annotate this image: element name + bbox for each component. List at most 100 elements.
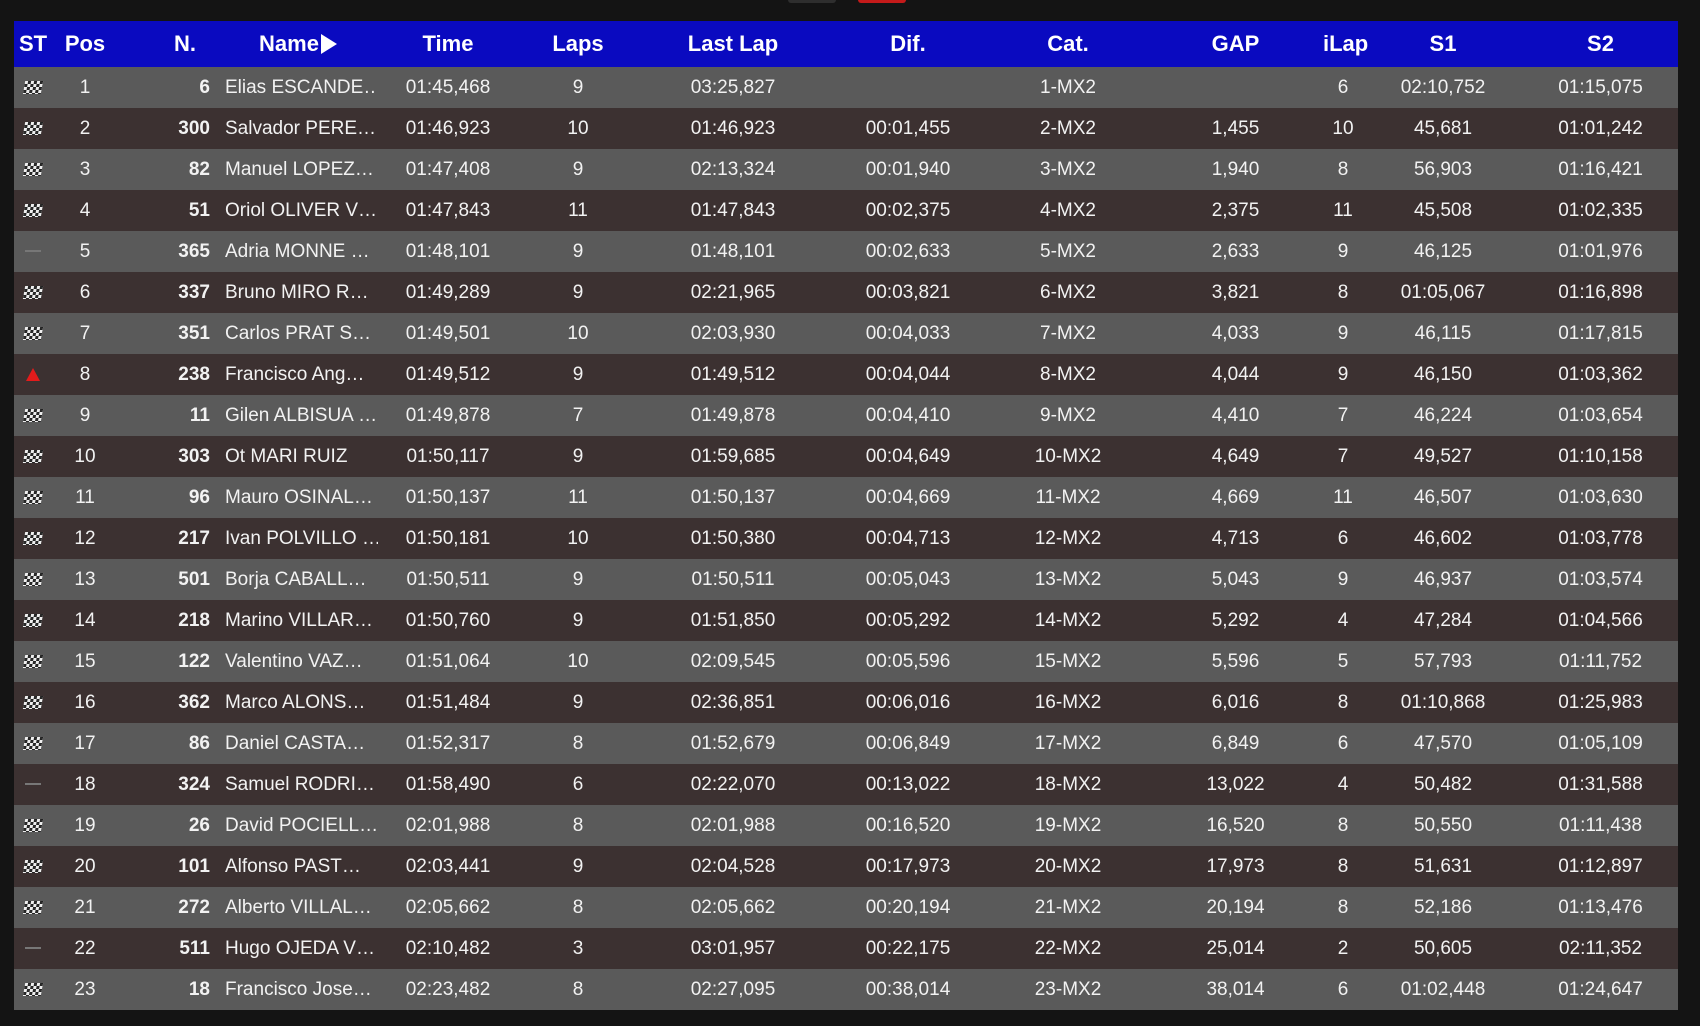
col-header-s1[interactable]: S1	[1363, 21, 1523, 67]
cell-s1: 52,186	[1413, 896, 1473, 918]
table-row[interactable]: 23 18 Francisco Jose… 02:23,482 8 02:27,095 00…	[14, 969, 1678, 1010]
cell-num: 82	[188, 158, 210, 180]
table-row[interactable]: 18 324 Samuel RODRI… 01:58,490 6 02:22,070 00:…	[14, 764, 1678, 805]
cell-s1: 49,527	[1413, 445, 1473, 467]
col-header-dif[interactable]: Dif.	[828, 21, 988, 67]
cell-dif	[828, 67, 988, 108]
cell-laps: 8	[572, 896, 584, 918]
cell-ilap: 9	[1337, 568, 1349, 590]
table-row[interactable]: 2 300 Salvador PERE… 01:46,923 10 01:46,923 00…	[14, 108, 1678, 149]
cell-ilap: 8	[1337, 814, 1349, 836]
cell-gap: 4,033	[1211, 322, 1260, 344]
cell-time: 01:50,117	[406, 445, 490, 467]
col-header-st[interactable]: ST	[14, 21, 52, 67]
status-cell	[14, 518, 52, 559]
cell-dif: 00:02,375	[865, 199, 951, 221]
cell-gap: 17,973	[1206, 855, 1265, 877]
cell-gap: 4,713	[1211, 527, 1260, 549]
cell-lastlap: 02:09,545	[690, 650, 776, 672]
col-header-pos[interactable]: Pos	[52, 21, 118, 67]
cell-cat: 3-MX2	[1040, 158, 1096, 180]
cell-dif: 00:17,973	[865, 855, 951, 877]
checkered-flag-icon	[22, 326, 44, 340]
cell-cat: 12-MX2	[1034, 527, 1102, 549]
table-row[interactable]: 9 11 Gilen ALBISUA … 01:49,878 7 01:49,878 00:…	[14, 395, 1678, 436]
top-control-dark[interactable]	[788, 0, 836, 3]
table-row[interactable]: 19 26 David POCIELL… 02:01,988 8 02:01,988 00:…	[14, 805, 1678, 846]
checkered-flag-icon	[22, 613, 44, 627]
top-control-red[interactable]	[858, 0, 906, 3]
cell-laps: 9	[572, 76, 584, 98]
table-row[interactable]: 22 511 Hugo OJEDA V… 02:10,482 3 03:01,957 00:…	[14, 928, 1678, 969]
cell-ilap: 6	[1337, 978, 1349, 1000]
cell-num: 217	[178, 527, 210, 549]
table-row[interactable]: 6 337 Bruno MIRO R… 01:49,289 9 02:21,965 00:0…	[14, 272, 1678, 313]
checkered-flag-icon	[22, 654, 44, 668]
table-row[interactable]: 4 51 Oriol OLIVER V… 01:47,843 11 01:47,843 00…	[14, 190, 1678, 231]
cell-name: Elias ESCANDE…	[225, 76, 378, 98]
table-row[interactable]: 14 218 Marino VILLAR… 01:50,760 9 01:51,850 00…	[14, 600, 1678, 641]
cell-ilap: 6	[1337, 76, 1349, 98]
cell-s2: 01:16,421	[1558, 158, 1643, 180]
table-row[interactable]: 17 86 Daniel CASTA… 01:52,317 8 01:52,679 00:0…	[14, 723, 1678, 764]
cell-lastlap: 02:21,965	[690, 281, 776, 303]
cell-gap: 4,410	[1211, 404, 1260, 426]
table-row[interactable]: 21 272 Alberto VILLAL… 02:05,662 8 02:05,662 0…	[14, 887, 1678, 928]
cell-laps: 10	[567, 117, 589, 139]
col-header-ilap[interactable]: iLap	[1323, 21, 1368, 67]
col-header-s2[interactable]: S2	[1523, 21, 1678, 67]
cell-pos: 22	[74, 937, 96, 959]
cell-num: 300	[178, 117, 210, 139]
col-header-num[interactable]: N.	[118, 21, 218, 67]
table-row[interactable]: 10 303 Ot MARI RUIZ 01:50,117 9 01:59,685 00:0…	[14, 436, 1678, 477]
col-header-gap[interactable]: GAP	[1148, 21, 1323, 67]
cell-s2: 01:04,566	[1558, 609, 1643, 631]
cell-pos: 6	[79, 281, 91, 303]
table-row[interactable]: 16 362 Marco ALONS… 01:51,484 9 02:36,851 00:0…	[14, 682, 1678, 723]
cell-num: 51	[188, 199, 210, 221]
cell-time: 01:48,101	[405, 240, 491, 262]
cell-name: Valentino VAZ…	[225, 650, 363, 672]
table-row[interactable]: 3 82 Manuel LOPEZ… 01:47,408 9 02:13,324 00:01…	[14, 149, 1678, 190]
cell-cat: 10-MX2	[1034, 445, 1102, 467]
checkered-flag-icon	[22, 80, 44, 94]
cell-time: 02:01,988	[405, 814, 491, 836]
cell-name: Oriol OLIVER V…	[225, 199, 378, 221]
table-row[interactable]: 13 501 Borja CABALL… 01:50,511 9 01:50,511 00:…	[14, 559, 1678, 600]
cell-dif: 00:13,022	[865, 773, 951, 795]
cell-s1: 57,793	[1413, 650, 1473, 672]
cell-num: 11	[189, 404, 210, 426]
table-row[interactable]: 1 6 Elias ESCANDE… 01:45,468 9 03:25,827 1-MX2…	[14, 67, 1678, 108]
cell-num: 26	[188, 814, 210, 836]
table-row[interactable]: 8 238 Francisco Ang… 01:49,512 9 01:49,512 00:…	[14, 354, 1678, 395]
cell-lastlap: 01:50,511	[691, 568, 775, 590]
cell-num: 96	[188, 486, 210, 508]
cell-time: 01:58,490	[405, 773, 491, 795]
table-row[interactable]: 11 96 Mauro OSINAL… 01:50,137 11 01:50,137 00:…	[14, 477, 1678, 518]
cell-ilap: 6	[1337, 527, 1349, 549]
cell-dif: 00:16,520	[865, 814, 951, 836]
cell-s1: 02:10,752	[1400, 76, 1486, 98]
cell-dif: 00:01,455	[865, 117, 951, 139]
sort-arrow-right-icon	[320, 34, 337, 54]
table-row[interactable]: 12 217 Ivan POLVILLO … 01:50,181 10 01:50,380…	[14, 518, 1678, 559]
table-row[interactable]: 20 101 Alfonso PAST… 02:03,441 9 02:04,528 00:…	[14, 846, 1678, 887]
cell-pos: 7	[79, 322, 91, 344]
cell-s1: 01:10,868	[1400, 691, 1486, 713]
col-header-lastlap[interactable]: Last Lap	[638, 21, 828, 67]
checkered-flag-icon	[22, 285, 44, 299]
cell-cat: 20-MX2	[1034, 855, 1102, 877]
col-header-laps[interactable]: Laps	[518, 21, 638, 67]
cell-dif: 00:22,175	[865, 937, 951, 959]
cell-dif: 00:05,596	[865, 650, 951, 672]
cell-dif: 00:20,194	[865, 896, 951, 918]
table-row[interactable]: 7 351 Carlos PRAT S… 01:49,501 10 02:03,930 00…	[14, 313, 1678, 354]
cell-laps: 9	[572, 158, 584, 180]
col-header-name[interactable]: Name	[218, 21, 378, 67]
cell-s2: 01:12,897	[1558, 855, 1643, 877]
col-header-cat[interactable]: Cat.	[988, 21, 1148, 67]
table-row[interactable]: 15 122 Valentino VAZ… 01:51,064 10 02:09,545 0…	[14, 641, 1678, 682]
checkered-flag-icon	[22, 531, 44, 545]
table-row[interactable]: 5 365 Adria MONNE … 01:48,101 9 01:48,101 00:0…	[14, 231, 1678, 272]
col-header-time[interactable]: Time	[378, 21, 518, 67]
